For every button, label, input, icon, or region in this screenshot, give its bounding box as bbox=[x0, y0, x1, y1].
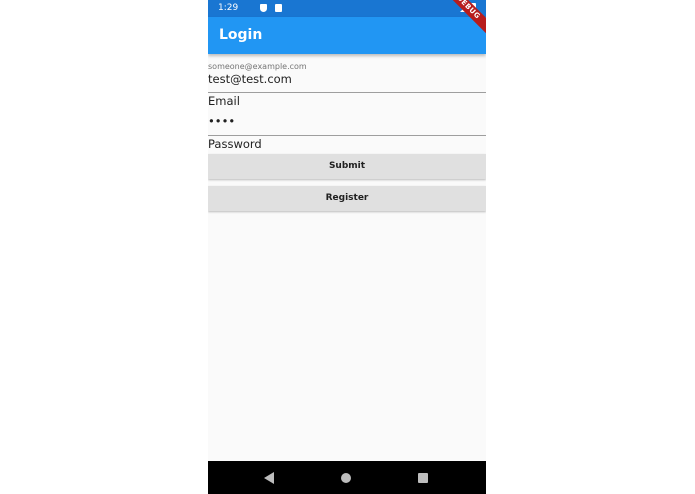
password-field[interactable]: •••• Password bbox=[208, 112, 486, 152]
email-value[interactable]: test@test.com bbox=[208, 72, 292, 86]
page-title: Login bbox=[219, 27, 263, 43]
back-icon[interactable] bbox=[264, 472, 274, 484]
email-label: Email bbox=[208, 94, 240, 108]
recents-icon[interactable] bbox=[418, 473, 428, 483]
register-button[interactable]: Register bbox=[208, 186, 486, 211]
system-nav-bar bbox=[208, 461, 486, 494]
status-time: 1:29 bbox=[218, 3, 239, 13]
email-field[interactable]: someone@example.com test@test.com Email bbox=[208, 62, 486, 110]
app-bar: Login bbox=[208, 17, 486, 54]
email-underline bbox=[208, 92, 486, 93]
phone-screen: 1:29 Login DEBUG someone@example.com tes… bbox=[208, 0, 486, 494]
email-placeholder: someone@example.com bbox=[208, 62, 307, 71]
password-underline bbox=[208, 135, 486, 136]
home-icon[interactable] bbox=[341, 473, 351, 483]
shield-icon bbox=[260, 4, 267, 12]
status-bar: 1:29 bbox=[208, 0, 486, 17]
password-value[interactable]: •••• bbox=[208, 114, 235, 128]
password-label: Password bbox=[208, 137, 262, 151]
sim-card-icon bbox=[275, 4, 282, 12]
submit-button[interactable]: Submit bbox=[208, 154, 486, 179]
